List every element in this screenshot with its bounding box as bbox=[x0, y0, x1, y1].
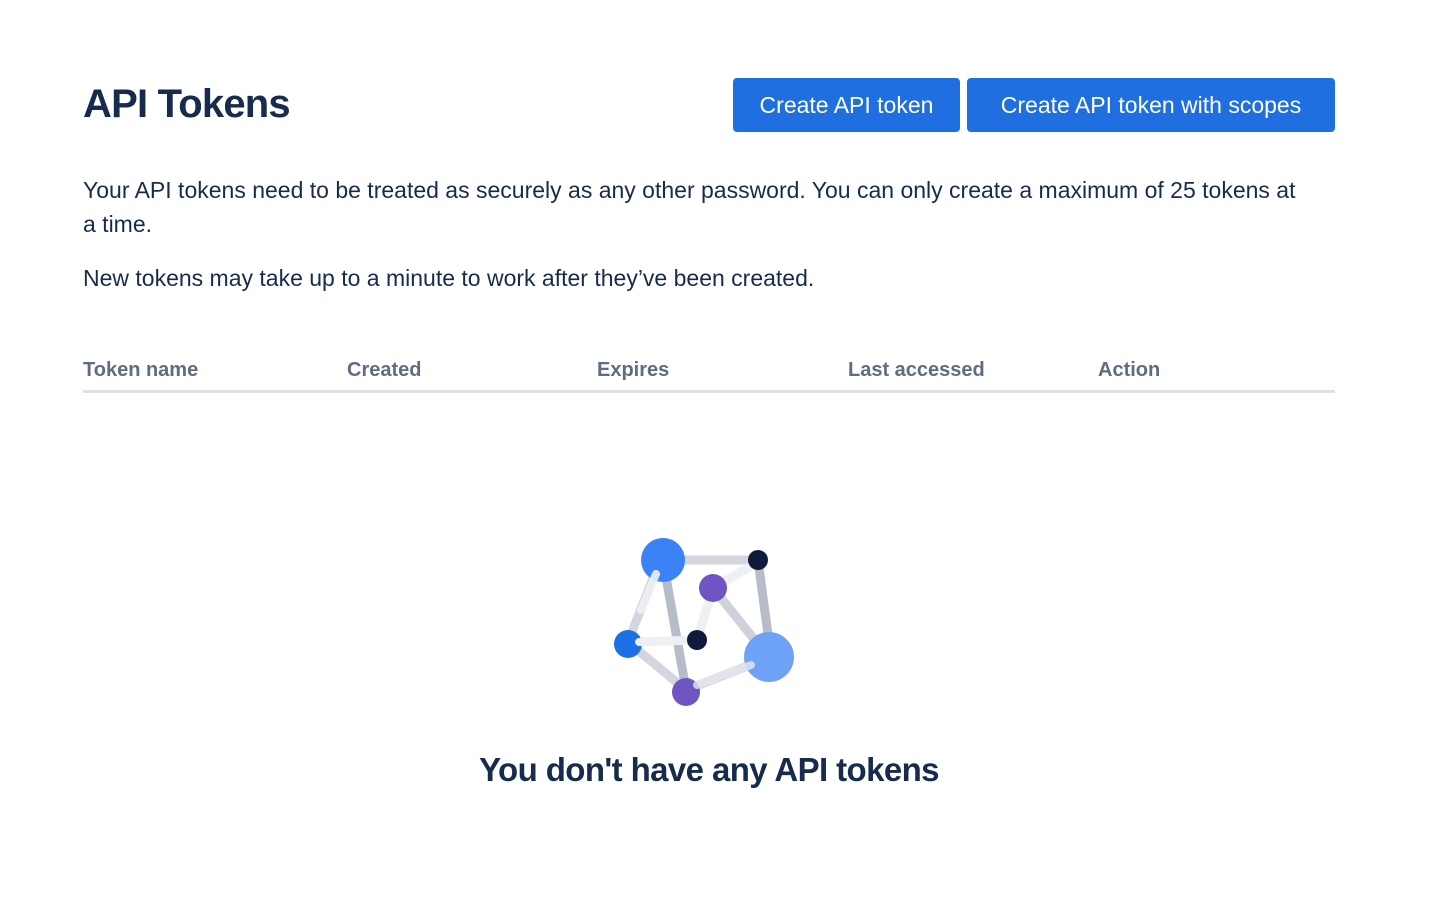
page-title: API Tokens bbox=[83, 82, 291, 126]
create-api-token-button[interactable]: Create API token bbox=[733, 78, 960, 132]
column-header-expires: Expires bbox=[597, 359, 670, 381]
column-header-token-name: Token name bbox=[83, 359, 199, 381]
column-header-last-accessed: Last accessed bbox=[848, 359, 985, 381]
activation-note: New tokens may take up to a minute to wo… bbox=[83, 265, 815, 291]
page-header: API Tokens Create API token Create API t… bbox=[83, 78, 1335, 132]
column-header-created: Created bbox=[347, 359, 422, 381]
column-header-action: Action bbox=[1098, 359, 1161, 381]
create-api-token-with-scopes-button[interactable]: Create API token with scopes bbox=[967, 78, 1335, 132]
network-graph-illustration bbox=[614, 538, 794, 706]
tokens-table-header: Token name Created Expires Last accessed… bbox=[83, 352, 1335, 393]
api-tokens-page: API Tokens Create API token Create API t… bbox=[83, 0, 1335, 902]
security-description: Your API tokens need to be treated as se… bbox=[83, 177, 1296, 237]
empty-state-title: You don't have any API tokens bbox=[479, 751, 939, 788]
